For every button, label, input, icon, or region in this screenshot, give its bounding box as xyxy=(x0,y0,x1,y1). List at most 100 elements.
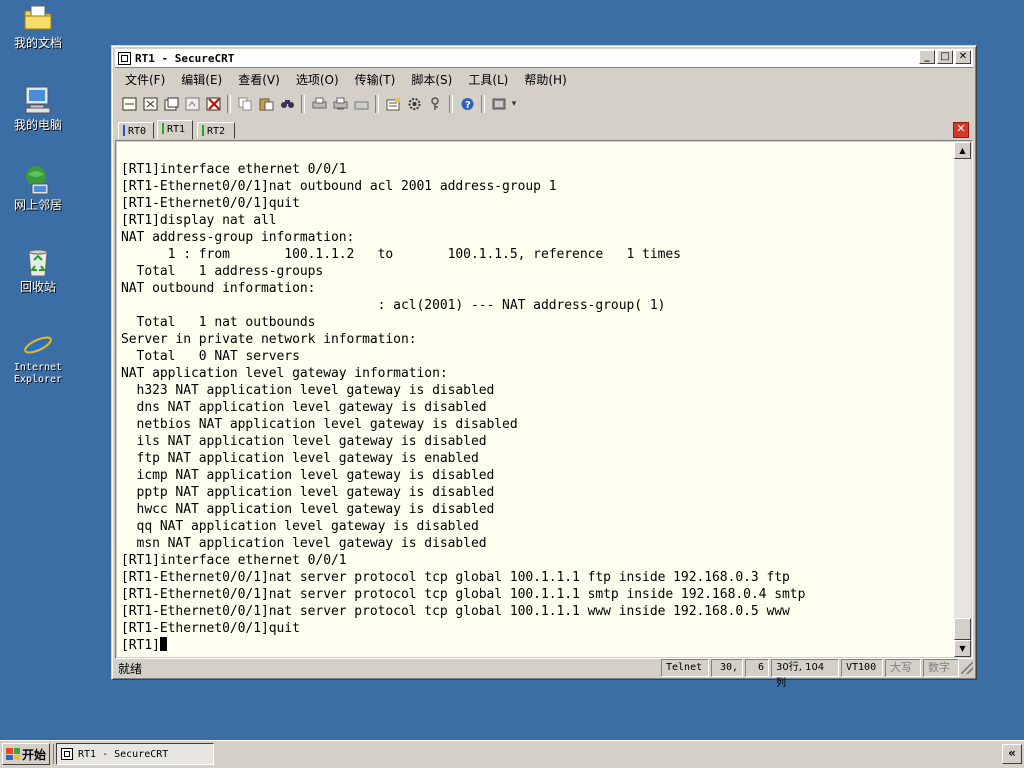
close-tab-icon[interactable]: ✕ xyxy=(953,122,969,138)
terminal-line: [RT1-Ethernet0/0/1]quit xyxy=(121,621,300,636)
copy-icon[interactable] xyxy=(235,94,255,114)
desktop-icon-label: 我的电脑 xyxy=(13,118,62,132)
status-num-lock: 数字 xyxy=(923,659,959,677)
terminal-output[interactable]: [RT1]interface ethernet 0/0/1 [RT1-Ethern… xyxy=(117,142,954,657)
tab-rt1[interactable]: RT1 xyxy=(157,120,193,140)
terminal-prompt: [RT1] xyxy=(121,638,160,653)
help-icon[interactable]: ? xyxy=(457,94,477,114)
status-protocol: Telnet xyxy=(661,659,709,677)
taskbar-item-label: RT1 - SecureCRT xyxy=(78,748,169,760)
terminal-cursor xyxy=(159,637,167,651)
keymap-icon[interactable] xyxy=(425,94,445,114)
terminal-line: ftp NAT application level gateway is ena… xyxy=(121,451,479,466)
toolbar-separator xyxy=(449,95,453,113)
session-options-icon[interactable] xyxy=(383,94,403,114)
connect-tab-icon[interactable] xyxy=(161,94,181,114)
terminal-line: dns NAT application level gateway is dis… xyxy=(121,400,487,415)
terminal-line: msn NAT application level gateway is dis… xyxy=(121,536,487,551)
find-icon[interactable] xyxy=(277,94,297,114)
terminal-line: Server in private network information: xyxy=(121,332,417,347)
terminal-line: [RT1-Ethernet0/0/1]nat server protocol t… xyxy=(121,587,806,602)
resize-grip-icon[interactable] xyxy=(961,662,973,674)
recycle-bin-icon xyxy=(22,246,54,278)
internet-explorer-icon: e xyxy=(22,328,54,364)
terminal-line: [RT1-Ethernet0/0/1]nat server protocol t… xyxy=(121,570,790,585)
status-emulation: VT100 xyxy=(841,659,883,677)
scroll-down-arrow-icon[interactable]: ▼ xyxy=(954,640,971,657)
securecrt-window: RT1 - SecureCRT _ □ ✕ 文件(F) 编辑(E) 查看(V) … xyxy=(111,45,977,689)
terminal-line: netbios NAT application level gateway is… xyxy=(121,417,518,432)
global-options-icon[interactable] xyxy=(404,94,424,114)
desktop-icon-my-documents[interactable]: 我的文档 xyxy=(0,2,76,50)
desktop-icon-label: Internet Explorer xyxy=(13,362,63,385)
close-button[interactable]: ✕ xyxy=(955,50,971,64)
terminal-line: NAT outbound information: xyxy=(121,281,316,296)
tab-status-indicator xyxy=(202,125,204,136)
menu-tools[interactable]: 工具(L) xyxy=(458,71,514,88)
terminal-line: icmp NAT application level gateway is di… xyxy=(121,468,495,483)
sftp-icon[interactable] xyxy=(489,94,509,114)
terminal-line: h323 NAT application level gateway is di… xyxy=(121,383,495,398)
title-bar[interactable]: RT1 - SecureCRT _ □ ✕ xyxy=(115,49,973,68)
terminal-line: 1 : from 100.1.1.2 to 100.1.1.5, referen… xyxy=(121,247,681,262)
print-icon[interactable] xyxy=(309,94,329,114)
terminal-line: [RT1]interface ethernet 0/0/1 xyxy=(121,553,347,568)
tab-rt2[interactable]: RT2 xyxy=(197,122,235,139)
menu-bar: 文件(F) 编辑(E) 查看(V) 选项(O) 传输(T) 脚本(S) 工具(L… xyxy=(115,69,973,89)
windows-logo-icon xyxy=(6,748,20,760)
terminal-frame: [RT1]interface ethernet 0/0/1 [RT1-Ethern… xyxy=(115,140,973,659)
tab-status-indicator xyxy=(123,125,125,136)
menu-help[interactable]: 帮助(H) xyxy=(514,71,572,88)
status-caps-lock: 大写 xyxy=(885,659,921,677)
terminal-line: pptp NAT application level gateway is di… xyxy=(121,485,495,500)
desktop-icon-my-computer[interactable]: 我的电脑 xyxy=(0,84,76,132)
menu-script[interactable]: 脚本(S) xyxy=(401,71,458,88)
tab-rt0[interactable]: RT0 xyxy=(118,122,154,139)
disconnect-icon[interactable] xyxy=(203,94,223,114)
taskbar-item-securecrt[interactable]: RT1 - SecureCRT xyxy=(56,743,214,765)
securecrt-app-icon xyxy=(61,748,73,760)
terminal-line: : acl(2001) --- NAT address-group( 1) xyxy=(121,298,666,313)
terminal-line: Total 1 address-groups xyxy=(121,264,324,279)
status-bar: 就绪 Telnet 30, 6 30行, 104列 VT100 大写 数字 xyxy=(115,659,973,689)
desktop-icon-recycle-bin[interactable]: 回收站 xyxy=(0,246,76,294)
menu-file[interactable]: 文件(F) xyxy=(115,71,171,88)
start-label: 开始 xyxy=(22,747,47,762)
terminal-line: NAT address-group information: xyxy=(121,230,355,245)
status-cursor-row: 30, xyxy=(711,659,743,677)
terminal-line: [RT1-Ethernet0/0/1]nat outbound acl 2001… xyxy=(121,179,557,194)
tab-label: RT2 xyxy=(207,126,226,137)
tray-expand-chevron-icon[interactable]: « xyxy=(1002,744,1022,764)
securecrt-app-icon xyxy=(118,51,131,65)
quick-connect-icon[interactable] xyxy=(140,94,160,114)
menu-edit[interactable]: 编辑(E) xyxy=(171,71,228,88)
reconnect-icon[interactable] xyxy=(182,94,202,114)
network-places-icon xyxy=(22,164,54,196)
desktop-icon-label: 网上邻居 xyxy=(13,198,62,212)
terminal-line: ils NAT application level gateway is dis… xyxy=(121,434,487,449)
maximize-button[interactable]: □ xyxy=(937,50,953,64)
terminal-line: NAT application level gateway informatio… xyxy=(121,366,448,381)
scrollbar-thumb[interactable] xyxy=(954,618,971,640)
terminal-line: [RT1-Ethernet0/0/1]nat server protocol t… xyxy=(121,604,790,619)
terminal-line: hwcc NAT application level gateway is di… xyxy=(121,502,495,517)
minimize-button[interactable]: _ xyxy=(919,50,935,64)
vertical-scrollbar[interactable]: ▲ ▼ xyxy=(954,142,971,657)
start-button[interactable]: 开始 xyxy=(2,743,50,765)
toolbar-separator xyxy=(227,95,231,113)
print-selection-icon[interactable] xyxy=(330,94,350,114)
menu-options[interactable]: 选项(O) xyxy=(286,71,345,88)
toolbar-overflow-chevron-icon[interactable]: ▾ xyxy=(510,94,518,114)
menu-view[interactable]: 查看(V) xyxy=(228,71,286,88)
my-documents-icon xyxy=(22,2,54,34)
printer-setup-icon[interactable] xyxy=(351,94,371,114)
desktop-icon-network-places[interactable]: 网上邻居 xyxy=(0,164,76,212)
scroll-up-arrow-icon[interactable]: ▲ xyxy=(954,142,971,159)
my-computer-icon xyxy=(22,84,54,116)
paste-icon[interactable] xyxy=(256,94,276,114)
connect-icon[interactable] xyxy=(119,94,139,114)
svg-text:?: ? xyxy=(465,100,471,111)
desktop-icon-label: 回收站 xyxy=(19,280,56,294)
menu-transfer[interactable]: 传输(T) xyxy=(345,71,402,88)
desktop-icon-internet-explorer[interactable]: e Internet Explorer xyxy=(0,328,76,386)
